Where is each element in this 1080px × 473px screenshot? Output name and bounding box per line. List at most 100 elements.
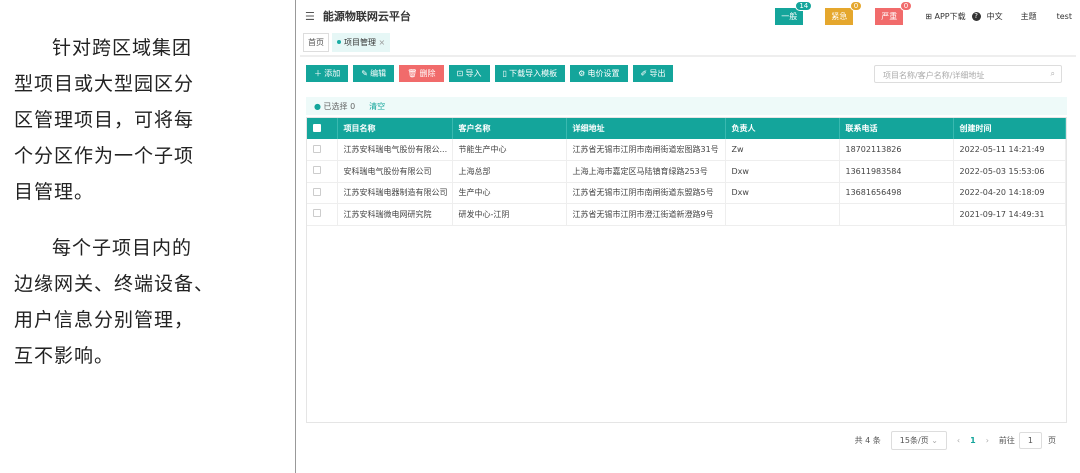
- edit-button[interactable]: ✎ 编辑: [353, 65, 395, 82]
- column-header[interactable]: 创建时间: [953, 118, 1066, 139]
- column-header[interactable]: 客户名称: [452, 118, 567, 139]
- delete-button[interactable]: 🗑 删除: [399, 65, 444, 82]
- alert-label: 一般: [781, 11, 798, 21]
- export-button[interactable]: ✐ 导出: [632, 65, 674, 82]
- row-select-cell: [307, 182, 338, 204]
- chevron-down-icon: ⌄: [931, 436, 938, 445]
- goto-label: 前往: [998, 436, 1015, 445]
- tab-home[interactable]: 首页: [303, 32, 329, 52]
- alert-label: 紧急: [831, 11, 848, 21]
- table-row[interactable]: 安科瑞电气股份有限公司 上海总部 上海上海市嘉定区马陆镇育绿路253号 Dxw 1361…: [307, 160, 1066, 183]
- column-header[interactable]: 联系电话: [839, 118, 954, 139]
- price-settings-button[interactable]: ⚙ 电价设置: [570, 65, 628, 82]
- add-button[interactable]: ＋ 添加: [306, 65, 349, 82]
- tab-label: 项目管理: [344, 37, 376, 47]
- table-row[interactable]: 江苏安科瑞微电网研究院 研发中心-江阴 江苏省无锡市江阴市澄江街道新澄路9号 2021…: [307, 203, 1066, 226]
- button-label: 添加: [324, 69, 341, 78]
- text-line: 个分区作为一个子项: [14, 145, 195, 167]
- column-header[interactable]: 负责人: [725, 118, 840, 139]
- total-count: 共 4 条: [854, 436, 881, 445]
- page-unit-label: 页: [1048, 436, 1056, 445]
- download-template-button[interactable]: ▯ 下载导入模板: [494, 65, 566, 82]
- next-page-button[interactable]: ›: [986, 436, 989, 445]
- page-size-select[interactable]: 15条/页 ⌄: [890, 431, 947, 450]
- table-cell: 江苏省无锡市江阴市南闸街道宏图路31号: [566, 139, 726, 161]
- file-icon: ▯: [502, 69, 507, 78]
- clear-selection-link[interactable]: 清空: [369, 102, 385, 111]
- table-cell: 上海上海市嘉定区马陆镇育绿路253号: [566, 160, 726, 183]
- pencil-icon: ✎: [361, 69, 368, 78]
- import-icon: ⊡: [456, 69, 464, 78]
- table-cell: 节能生产中心: [452, 139, 567, 161]
- header: ☰ 能源物联网云平台 一般 14 紧急 0 严重 0 ⊞ APP下载 ? 中文 主题 …: [297, 0, 1080, 32]
- search-icon[interactable]: ⌕: [1051, 69, 1055, 79]
- theme-button[interactable]: 主题: [1021, 11, 1037, 22]
- table-cell: Zw: [725, 139, 840, 161]
- text-line: 区管理项目，可将每: [14, 109, 195, 131]
- row-checkbox[interactable]: [313, 209, 321, 218]
- button-label: 导入: [465, 69, 482, 78]
- help-icon[interactable]: ?: [971, 11, 981, 21]
- prev-page-button[interactable]: ‹: [957, 436, 960, 445]
- column-header[interactable]: 详细地址: [566, 118, 726, 139]
- row-checkbox[interactable]: [313, 144, 321, 153]
- tab-project-management[interactable]: 项目管理 ×: [332, 32, 391, 52]
- current-page[interactable]: 1: [970, 436, 976, 445]
- gear-icon: ⚙: [578, 69, 586, 78]
- alert-count: 0: [849, 0, 863, 11]
- app-download-link[interactable]: ⊞ APP下载: [925, 11, 965, 22]
- export-icon: ✐: [640, 69, 648, 78]
- row-select-cell: [307, 160, 338, 183]
- row-checkbox[interactable]: [313, 166, 321, 175]
- button-label: 下载导入模板: [509, 69, 558, 78]
- table-cell: 2021-09-17 14:49:31: [953, 203, 1066, 226]
- table-cell: 上海总部: [452, 160, 567, 183]
- table-cell: 江苏安科瑞电气股份有限公...: [337, 139, 453, 161]
- text-line: 型项目或大型园区分: [14, 73, 195, 95]
- alert-urgent[interactable]: 紧急 0: [825, 0, 863, 25]
- row-checkbox[interactable]: [313, 187, 321, 196]
- table-cell: 2022-05-03 15:53:06: [953, 160, 1066, 183]
- table-cell: 江苏省无锡市江阴市澄江街道新澄路9号: [566, 203, 726, 226]
- menu-toggle-icon[interactable]: ☰: [305, 10, 315, 23]
- table-cell: [839, 203, 954, 226]
- selected-count: 已选择 0: [323, 102, 356, 111]
- user-menu[interactable]: test: [1057, 12, 1072, 21]
- language-switch[interactable]: 中文: [987, 11, 1003, 22]
- alert-count: 14: [795, 0, 813, 11]
- table-cell: Dxw: [725, 182, 840, 204]
- alert-severe[interactable]: 严重 0: [875, 0, 913, 25]
- pagination: 共 4 条 15条/页 ⌄ ‹ 1 › 前往 1 页: [855, 431, 1056, 450]
- table-row[interactable]: 江苏安科瑞电气股份有限公... 节能生产中心 江苏省无锡市江阴市南闸街道宏图路31号…: [307, 139, 1066, 161]
- paragraph-2: 每个子项目内的 边缘网关、终端设备、 用户信息分别管理， 互不影响。: [14, 230, 295, 374]
- import-button[interactable]: ⊡ 导入: [448, 65, 490, 82]
- text-line: 针对跨区域集团: [52, 37, 193, 59]
- row-select-cell: [307, 139, 338, 161]
- table-cell: 江苏安科瑞电器制造有限公司: [337, 182, 453, 204]
- close-icon[interactable]: ×: [379, 38, 386, 47]
- selection-bar: ● 已选择 0 清空: [306, 97, 1067, 115]
- alert-general[interactable]: 一般 14: [775, 0, 813, 25]
- goto-page-input[interactable]: 1: [1018, 432, 1042, 449]
- table-cell: 江苏安科瑞微电网研究院: [337, 203, 453, 226]
- alert-count: 0: [899, 0, 913, 11]
- table-cell: Dxw: [725, 160, 840, 183]
- page-size-value: 15条/页: [899, 436, 929, 445]
- column-header[interactable]: 项目名称: [337, 118, 453, 139]
- table-row[interactable]: 江苏安科瑞电器制造有限公司 生产中心 江苏省无锡市江阴市南闸街道东盟路5号 Dxw 13…: [307, 182, 1066, 204]
- alert-label: 严重: [881, 11, 898, 21]
- button-label: 电价设置: [587, 69, 620, 78]
- text-line: 目管理。: [14, 181, 95, 203]
- table-cell: 13611983584: [839, 160, 954, 183]
- trash-icon: 🗑: [407, 69, 418, 78]
- search-input[interactable]: 项目名称/客户名称/详细地址 ⌕: [874, 65, 1062, 83]
- table-cell: 生产中心: [452, 182, 567, 204]
- text-line: 每个子项目内的: [52, 237, 193, 259]
- app-download-label: APP下载: [934, 11, 966, 21]
- button-label: 编辑: [370, 69, 387, 78]
- table-header: 项目名称 客户名称 详细地址 负责人 联系电话 创建时间: [307, 118, 1066, 139]
- app-title: 能源物联网云平台: [322, 10, 411, 23]
- select-all-cell: [307, 118, 338, 139]
- description-panel: 针对跨区域集团 型项目或大型园区分 区管理项目，可将每 个分区作为一个子项 目管…: [0, 0, 296, 473]
- select-all-checkbox[interactable]: [313, 123, 321, 132]
